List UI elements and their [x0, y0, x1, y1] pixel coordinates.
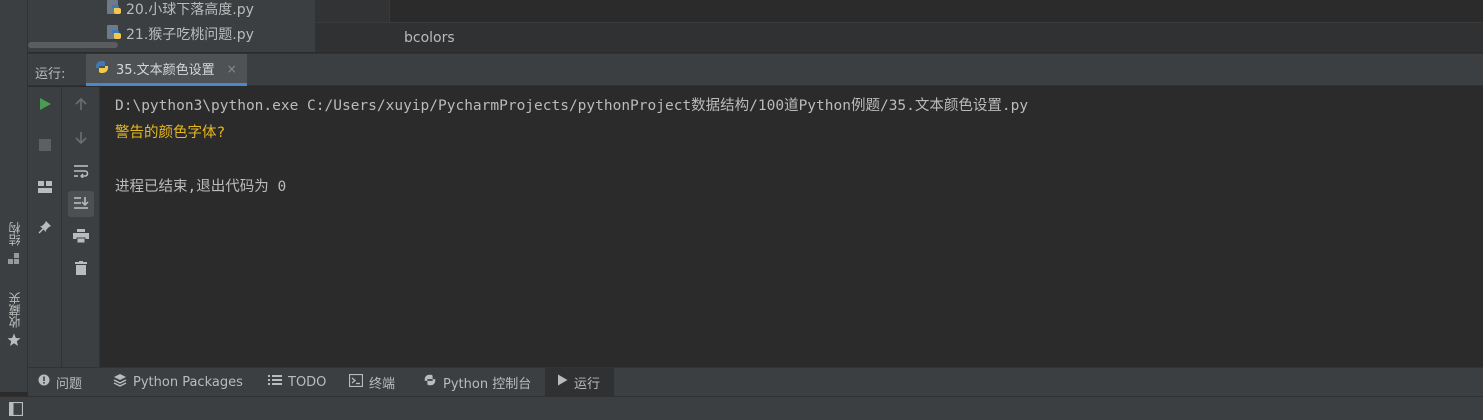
run-icon: [38, 96, 52, 115]
rerun-button[interactable]: [32, 92, 58, 118]
terminal-icon: [348, 373, 364, 391]
tab-run[interactable]: 运行: [545, 368, 615, 396]
list-icon: [268, 374, 282, 390]
tab-label: 问题: [56, 376, 83, 392]
run-icon: [557, 374, 568, 390]
python-file-icon: [106, 0, 122, 19]
trash-icon: [75, 260, 87, 279]
print-button[interactable]: [68, 224, 94, 250]
tab-problems[interactable]: 问题: [38, 368, 82, 396]
up-arrow-icon: [75, 96, 87, 115]
run-panel-title: 运行:: [35, 67, 66, 82]
tree-item-file-20[interactable]: 20.小球下落高度.py: [106, 0, 254, 19]
next-occurrence-button[interactable]: [68, 126, 94, 152]
tab-label: Python Packages: [133, 374, 243, 390]
left-tool-strip: 结构 收藏夹: [0, 0, 28, 392]
prev-occurrence-button[interactable]: [68, 92, 94, 118]
tool-windows-toggle-icon[interactable]: [8, 401, 24, 420]
layout-icon: [38, 178, 52, 197]
breadcrumb: bcolors: [316, 22, 1483, 52]
run-tab-label: 35.文本颜色设置: [116, 63, 215, 78]
scroll-to-end-button[interactable]: [68, 191, 94, 217]
tree-item-label: 20.小球下落高度.py: [126, 2, 254, 18]
pin-icon: [38, 219, 52, 238]
python-console-icon: [423, 373, 437, 391]
star-icon: [7, 332, 21, 351]
console-command-line: D:\python3\python.exe C:/Users/xuyip/Pyc…: [115, 98, 1029, 114]
tab-python-packages[interactable]: Python Packages: [113, 368, 243, 396]
clear-all-button[interactable]: [68, 256, 94, 282]
structure-label: 结构: [7, 222, 22, 246]
tab-label: 终端: [369, 376, 396, 392]
status-bar: [0, 396, 1483, 420]
run-panel-header: 运行: 35.文本颜色设置 ×: [28, 53, 1483, 86]
run-config-tab[interactable]: 35.文本颜色设置 ×: [86, 54, 247, 86]
scroll-to-end-icon: [73, 195, 89, 214]
console-warning-line: 警告的颜色字体?: [115, 125, 226, 141]
tree-item-label: 21.猴子吃桃问题.py: [126, 27, 254, 43]
python-icon: [94, 59, 110, 79]
print-icon: [73, 228, 89, 247]
pycharm-window: 结构 收藏夹 20.小球下落高度.py 21.猴子吃桃问题.py bcolors…: [0, 0, 1483, 420]
console-exit-line: 进程已结束,退出代码为 0: [115, 179, 287, 195]
python-file-icon: [106, 24, 122, 44]
close-icon[interactable]: ×: [227, 62, 237, 76]
favorites-tool-tab[interactable]: 收藏夹: [4, 292, 24, 351]
run-toolbar-primary: [28, 87, 62, 367]
tab-todo[interactable]: TODO: [268, 368, 326, 396]
stop-button[interactable]: [32, 132, 58, 158]
structure-icon: [8, 250, 20, 269]
tab-label: 运行: [574, 376, 601, 392]
project-tree: 20.小球下落高度.py 21.猴子吃桃问题.py: [28, 0, 316, 52]
run-toolbar-secondary: [62, 87, 100, 367]
stop-icon: [39, 136, 51, 155]
editor-gutter: [316, 0, 390, 22]
tab-label: TODO: [288, 374, 327, 390]
horizontal-scrollbar[interactable]: [28, 42, 118, 48]
structure-tool-tab[interactable]: 结构: [4, 222, 24, 269]
layout-button[interactable]: [32, 174, 58, 200]
down-arrow-icon: [75, 130, 87, 149]
tab-label: Python 控制台: [443, 376, 532, 392]
problems-icon: [38, 374, 50, 390]
pin-tab-button[interactable]: [32, 215, 58, 241]
soft-wrap-button[interactable]: [68, 159, 94, 185]
tab-python-console[interactable]: Python 控制台: [423, 368, 531, 396]
tree-item-file-21[interactable]: 21.猴子吃桃问题.py: [106, 24, 254, 44]
favorites-label: 收藏夹: [7, 292, 22, 328]
bottom-tool-bar: 问题 Python Packages TODO 终端 Python 控制台 运行: [28, 367, 1483, 396]
layers-icon: [113, 373, 127, 391]
editor-area: bcolors: [316, 0, 1483, 52]
tab-terminal[interactable]: 终端: [348, 368, 396, 396]
console-output[interactable]: D:\python3\python.exe C:/Users/xuyip/Pyc…: [101, 87, 1483, 367]
breadcrumb-item[interactable]: bcolors: [404, 30, 455, 46]
soft-wrap-icon: [73, 163, 89, 182]
